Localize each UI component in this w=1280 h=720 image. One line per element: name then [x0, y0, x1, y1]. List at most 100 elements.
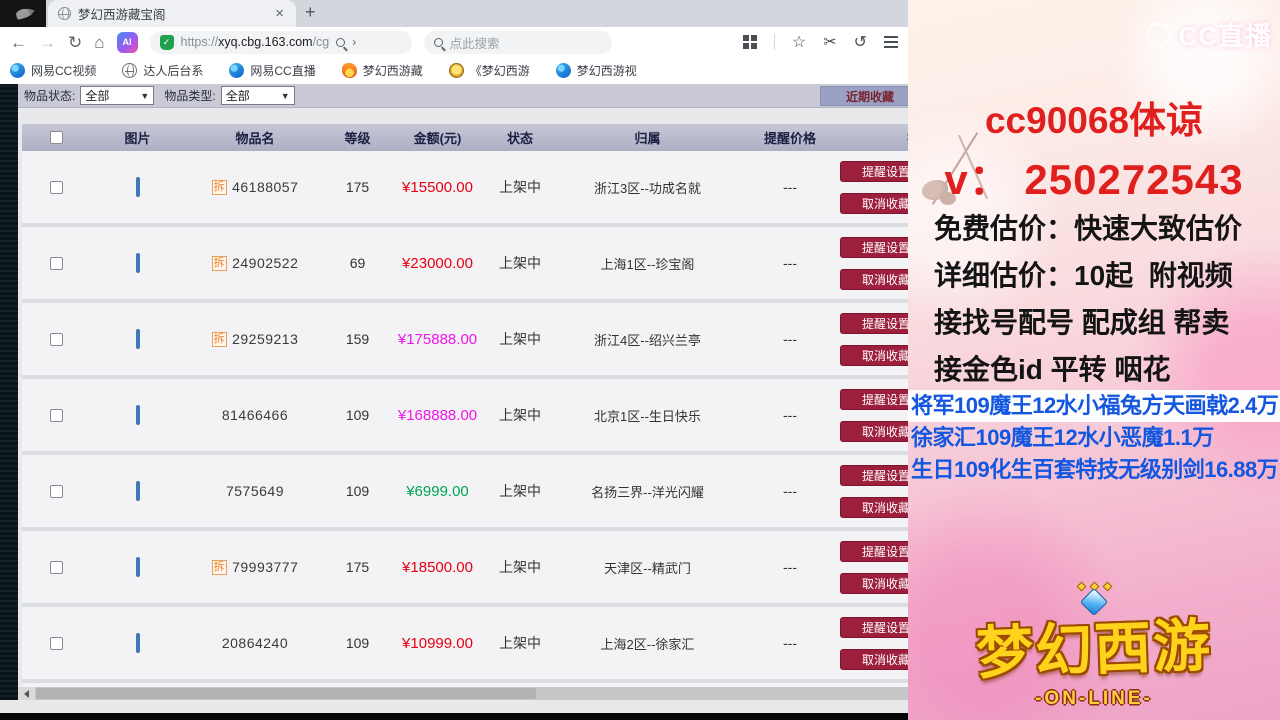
webpage-content: 物品状态: 全部 ▼ 物品类型: 全部 ▼ 近期收藏 图片 物品名 等级 金额(… — [0, 84, 908, 713]
bookmark-item[interactable]: 网易CC视频 — [10, 62, 96, 79]
remind-setting-button[interactable]: 提醒设置 — [840, 388, 908, 410]
remind-setting-button[interactable]: 提醒设置 — [840, 312, 908, 334]
bookmark-item[interactable]: 达人后台系 — [122, 62, 203, 79]
ai-assistant-icon[interactable]: AI — [116, 31, 138, 53]
browser-logo[interactable] — [0, 0, 46, 27]
expand-chevron-icon[interactable]: › — [352, 35, 356, 49]
screenshot-scissors-icon[interactable]: ✂ — [823, 32, 836, 52]
remind-setting-button[interactable]: 提醒设置 — [840, 464, 908, 486]
demolish-tag-badge: 拆 — [211, 179, 228, 195]
home-icon[interactable]: ⌂ — [94, 34, 104, 51]
row-checkbox[interactable] — [49, 484, 63, 498]
item-id[interactable]: 20864240 — [222, 635, 288, 651]
tab-favicon-globe-icon — [58, 7, 71, 20]
item-image-cell — [90, 557, 185, 577]
history-undo-icon[interactable]: ↺ — [854, 32, 867, 52]
unfavorite-button[interactable]: 取消收藏 — [840, 496, 908, 518]
reload-icon[interactable]: ↻ — [68, 34, 82, 51]
game-logo-online: -ON-LINE- — [1035, 688, 1153, 709]
sale-ticker-block: 将军109魔王12水小福兔方天画戟2.4万 徐家汇109魔王12水小恶魔1.1万… — [908, 390, 1280, 486]
page-left-dark-strip — [0, 84, 18, 700]
item-name-cell: 81466466 — [185, 407, 325, 423]
chevron-down-icon: ▼ — [280, 90, 290, 101]
unfavorite-button[interactable]: 取消收藏 — [840, 648, 908, 670]
back-icon[interactable]: ← — [10, 34, 27, 51]
filter-type-select[interactable]: 全部 ▼ — [220, 86, 295, 105]
tab-close-icon[interactable]: × — [273, 5, 286, 22]
item-id[interactable]: 24902522 — [232, 255, 298, 271]
items-table: 图片 物品名 等级 金额(元) 状态 归属 提醒价格 操作 拆 46188057… — [22, 124, 908, 700]
item-price: ¥15500.00 — [402, 178, 473, 196]
item-status: 上架中 — [499, 407, 541, 423]
menu-hamburger-icon[interactable] — [884, 36, 898, 48]
address-bar[interactable]: ✓ https://xyq.cbg.163.com/cg › — [149, 30, 412, 54]
item-avatar[interactable] — [135, 177, 140, 197]
unfavorite-button[interactable]: 取消收藏 — [840, 192, 908, 214]
filter-status-select[interactable]: 全部 ▼ — [80, 86, 155, 105]
item-name-cell: 拆 46188057 — [185, 179, 325, 195]
filter-type: 物品类型: 全部 ▼ — [164, 86, 295, 105]
row-checkbox[interactable] — [49, 560, 63, 574]
unfavorite-button[interactable]: 取消收藏 — [840, 420, 908, 442]
item-id[interactable]: 81466466 — [222, 407, 288, 423]
apps-grid-icon[interactable] — [742, 35, 757, 49]
bookmark-item[interactable]: 网易CC直播 — [229, 62, 316, 79]
table-row: 7575649 109 ¥6999.00 上架中 名扬三界--洋光闪耀 --- … — [22, 455, 908, 531]
scroll-left-arrow-icon[interactable] — [18, 687, 35, 700]
item-level: 69 — [349, 255, 366, 271]
row-checkbox[interactable] — [49, 408, 63, 422]
remind-price: --- — [783, 255, 797, 271]
item-price: ¥10999.00 — [402, 634, 473, 652]
select-all-checkbox[interactable] — [49, 131, 63, 144]
info-line: 接找号配号 配成组 帮卖 — [934, 307, 1230, 338]
search-icon — [433, 37, 443, 47]
item-avatar[interactable] — [135, 481, 140, 501]
item-id[interactable]: 7575649 — [226, 483, 284, 499]
table-header-row: 图片 物品名 等级 金额(元) 状态 归属 提醒价格 操作 — [22, 124, 908, 151]
scrollbar-thumb[interactable] — [36, 688, 536, 699]
row-checkbox[interactable] — [49, 180, 63, 194]
item-id[interactable]: 79993777 — [232, 559, 298, 575]
unfavorite-button[interactable]: 取消收藏 — [840, 268, 908, 290]
horizontal-scrollbar[interactable] — [18, 687, 908, 700]
favorites-star-icon[interactable]: ☆ — [792, 32, 806, 52]
item-id[interactable]: 46188057 — [232, 179, 298, 195]
remind-setting-button[interactable]: 提醒设置 — [840, 616, 908, 638]
header-item-name: 物品名 — [235, 131, 275, 146]
bookmark-item[interactable]: 梦幻西游藏 — [341, 62, 423, 79]
recent-favorites-button[interactable]: 近期收藏 — [820, 86, 908, 106]
item-owner: 名扬三界--洋光闪耀 — [591, 484, 704, 500]
header-actions: 操作 — [840, 128, 908, 147]
remind-setting-button[interactable]: 提醒设置 — [840, 236, 908, 258]
cc-icon — [229, 63, 245, 78]
chevron-down-icon: ▼ — [140, 90, 150, 101]
item-avatar[interactable] — [135, 633, 140, 653]
search-box[interactable]: 点此搜索 — [423, 30, 612, 54]
item-id[interactable]: 29259213 — [232, 331, 298, 347]
remind-setting-button[interactable]: 提醒设置 — [840, 540, 908, 562]
demolish-tag-badge: 拆 — [211, 559, 228, 575]
remind-setting-button[interactable]: 提醒设置 — [840, 160, 908, 182]
security-shield-icon[interactable]: ✓ — [159, 34, 174, 50]
table-row: 81466466 109 ¥168888.00 上架中 北京1区--生日快乐 -… — [22, 379, 908, 455]
item-avatar[interactable] — [135, 405, 140, 425]
bookmark-item[interactable]: 梦幻西游视 — [555, 62, 637, 79]
forward-icon[interactable]: → — [39, 34, 56, 51]
row-checkbox[interactable] — [49, 332, 63, 346]
item-image-cell — [90, 481, 185, 501]
row-checkbox-cell — [22, 332, 90, 346]
actions-cell: 提醒设置 取消收藏 — [840, 236, 908, 290]
bookmark-item[interactable]: 《梦幻西游 — [448, 62, 530, 79]
item-avatar[interactable] — [135, 253, 140, 273]
flame-icon — [341, 63, 357, 78]
row-checkbox[interactable] — [49, 636, 63, 650]
item-avatar[interactable] — [135, 557, 140, 577]
new-tab-button[interactable]: + — [305, 2, 316, 23]
active-tab[interactable]: 梦幻西游藏宝阁 × — [48, 0, 296, 27]
unfavorite-button[interactable]: 取消收藏 — [840, 344, 908, 366]
row-checkbox[interactable] — [49, 256, 63, 270]
item-avatar[interactable] — [135, 329, 140, 349]
tab-title: 梦幻西游藏宝阁 — [78, 8, 166, 22]
unfavorite-button[interactable]: 取消收藏 — [840, 572, 908, 594]
zoom-search-icon[interactable] — [336, 37, 346, 47]
